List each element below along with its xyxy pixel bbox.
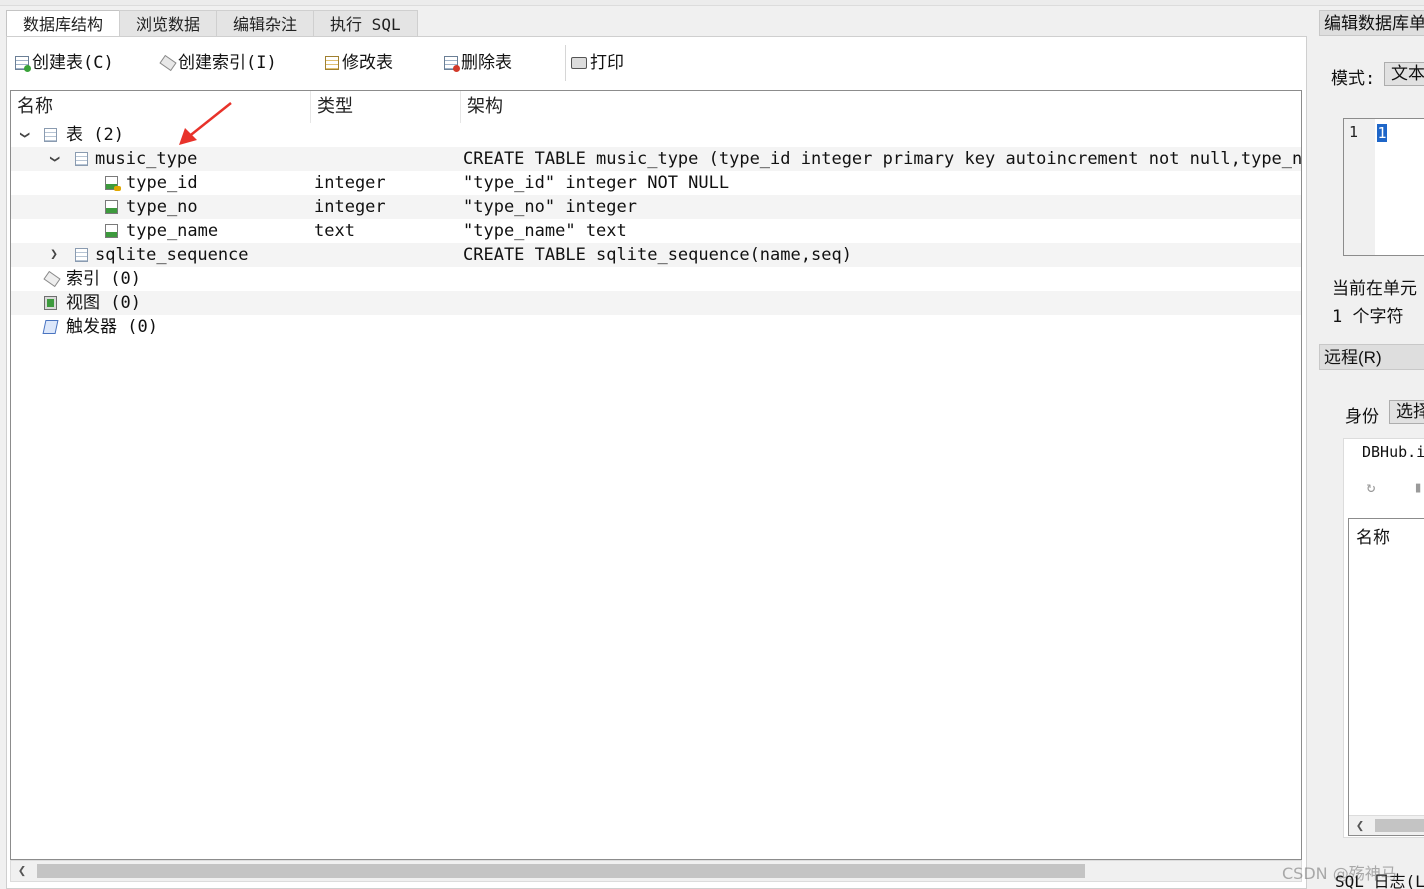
field-type: text bbox=[314, 221, 355, 241]
mode-select[interactable]: 文本 bbox=[1384, 62, 1424, 86]
remote-title: 远程(R) bbox=[1319, 344, 1424, 370]
field-icon bbox=[105, 224, 118, 238]
create-index-icon bbox=[159, 54, 177, 72]
scrollbar-thumb[interactable] bbox=[1375, 819, 1424, 832]
schema-cell: "type_name" text bbox=[463, 221, 627, 241]
field-name: type_id bbox=[126, 173, 198, 193]
tree-node-label: sqlite_sequence bbox=[95, 245, 249, 265]
delete-table-button[interactable]: 删除表 bbox=[444, 50, 512, 76]
create-table-icon bbox=[15, 56, 31, 72]
primary-key-field-icon bbox=[105, 176, 121, 191]
current-cell-status: 当前在单元 bbox=[1332, 279, 1417, 299]
annotation-arrow-icon bbox=[179, 102, 232, 145]
identity-select[interactable]: 选择 bbox=[1389, 400, 1424, 424]
main-tabs: 数据库结构 浏览数据 编辑杂注 执行 SQL bbox=[6, 10, 418, 38]
create-table-button[interactable]: 创建表(C) bbox=[15, 50, 114, 76]
tree-node-label: 表 (2) bbox=[66, 125, 124, 145]
tab-edit-pragmas[interactable]: 编辑杂注 bbox=[216, 10, 315, 37]
field-icon bbox=[105, 200, 118, 214]
printer-icon bbox=[571, 57, 587, 69]
tree-node-label: music_type bbox=[95, 149, 198, 169]
line-number: 1 bbox=[1349, 123, 1359, 141]
tree-node-label: 视图 (0) bbox=[66, 293, 141, 313]
tree-row-field[interactable]: type_id integer "type_id" integer NOT NU… bbox=[11, 171, 1301, 195]
modify-table-icon bbox=[325, 56, 339, 70]
column-header-name[interactable]: 名称 bbox=[11, 91, 311, 123]
mode-label: 模式: bbox=[1331, 69, 1376, 89]
chevron-right-icon[interactable]: ❯ bbox=[47, 243, 61, 267]
field-name: type_name bbox=[126, 221, 219, 241]
delete-table-label: 删除表 bbox=[461, 53, 512, 73]
column-header-schema[interactable]: 架构 bbox=[461, 91, 1301, 123]
table-icon bbox=[75, 152, 88, 166]
tree-row-triggers[interactable]: 触发器 (0) bbox=[11, 315, 1301, 339]
structure-toolbar: 创建表(C) 创建索引(I) 修改表 删除表 打印 bbox=[7, 37, 1306, 89]
index-tag-icon bbox=[43, 270, 61, 288]
tree-node-label: 触发器 (0) bbox=[66, 317, 158, 337]
scroll-left-arrow-icon[interactable]: ❮ bbox=[1349, 816, 1371, 836]
selected-cell-text: 1 bbox=[1377, 124, 1387, 142]
modify-table-button[interactable]: 修改表 bbox=[325, 50, 393, 76]
schema-cell: "type_no" integer bbox=[463, 197, 637, 217]
tree-row-field[interactable]: type_no integer "type_no" integer bbox=[11, 195, 1301, 219]
modify-table-label: 修改表 bbox=[342, 53, 393, 73]
view-icon bbox=[44, 296, 57, 310]
tree-row-indices[interactable]: 索引 (0) bbox=[11, 267, 1301, 291]
toolbar-separator bbox=[565, 45, 566, 81]
schema-cell: "type_id" integer NOT NULL bbox=[463, 173, 730, 193]
create-index-label: 创建索引(I) bbox=[178, 53, 277, 73]
chevron-down-icon[interactable]: ❯ bbox=[12, 128, 36, 142]
remote-name-header: 名称 bbox=[1356, 528, 1390, 548]
csdn-watermark: CSDN @殇神马 bbox=[1282, 864, 1397, 883]
line-gutter: 1 bbox=[1344, 119, 1375, 255]
field-type: integer bbox=[314, 197, 386, 217]
tree-node-label: 索引 (0) bbox=[66, 269, 141, 289]
scroll-left-arrow-icon[interactable]: ❮ bbox=[11, 861, 33, 881]
field-name: type_no bbox=[126, 197, 198, 217]
refresh-icon[interactable]: ↻ bbox=[1363, 479, 1379, 495]
tab-database-structure[interactable]: 数据库结构 bbox=[6, 10, 121, 38]
tree-row-music-type[interactable]: ❯ music_type CREATE TABLE music_type (ty… bbox=[11, 147, 1301, 171]
chevron-down-icon[interactable]: ❯ bbox=[42, 152, 66, 166]
schema-cell: CREATE TABLE music_type (type_id integer… bbox=[463, 149, 1302, 169]
table-icon bbox=[75, 248, 88, 262]
tab-execute-sql[interactable]: 执行 SQL bbox=[313, 10, 418, 37]
horizontal-scrollbar[interactable]: ❮ bbox=[10, 860, 1302, 882]
right-dock: 编辑数据库单 模式: 文本 1 1 当前在单元 1 个字符 远程(R) 身份 选… bbox=[1313, 6, 1424, 889]
create-table-label: 创建表(C) bbox=[32, 53, 114, 73]
database-structure-panel: 创建表(C) 创建索引(I) 修改表 删除表 打印 名称 类型 架构 ❯ 表 (… bbox=[6, 36, 1307, 889]
column-header-type[interactable]: 类型 bbox=[311, 91, 461, 123]
delete-table-icon bbox=[444, 56, 460, 72]
dbhub-tab[interactable]: DBHub.i bbox=[1362, 443, 1424, 461]
remote-horizontal-scrollbar[interactable]: ❮ bbox=[1349, 815, 1424, 835]
identity-label: 身份 bbox=[1345, 407, 1379, 427]
char-count: 1 个字符 bbox=[1332, 307, 1404, 327]
schema-cell: CREATE TABLE sqlite_sequence(name,seq) bbox=[463, 245, 852, 265]
print-label: 打印 bbox=[590, 53, 624, 73]
database-icon[interactable]: ▮ bbox=[1410, 479, 1424, 495]
trigger-icon bbox=[42, 320, 59, 334]
tree-row-sqlite-sequence[interactable]: ❯ sqlite_sequence CREATE TABLE sqlite_se… bbox=[11, 243, 1301, 267]
window-top-strip bbox=[0, 0, 1424, 6]
tree-row-field[interactable]: type_name text "type_name" text bbox=[11, 219, 1301, 243]
edit-cell-title: 编辑数据库单 bbox=[1319, 10, 1424, 36]
tables-icon bbox=[44, 128, 57, 142]
schema-tree[interactable]: 名称 类型 架构 ❯ 表 (2) ❯ music_type CREATE TAB… bbox=[10, 90, 1302, 860]
field-type: integer bbox=[314, 173, 386, 193]
tab-browse-data[interactable]: 浏览数据 bbox=[119, 10, 218, 37]
create-index-button[interactable]: 创建索引(I) bbox=[159, 50, 277, 76]
scrollbar-thumb[interactable] bbox=[37, 864, 1085, 878]
tree-row-views[interactable]: 视图 (0) bbox=[11, 291, 1301, 315]
cell-editor[interactable]: 1 1 bbox=[1343, 118, 1424, 256]
remote-file-list[interactable]: 名称 ❮ bbox=[1348, 518, 1424, 836]
print-button[interactable]: 打印 bbox=[571, 50, 624, 76]
